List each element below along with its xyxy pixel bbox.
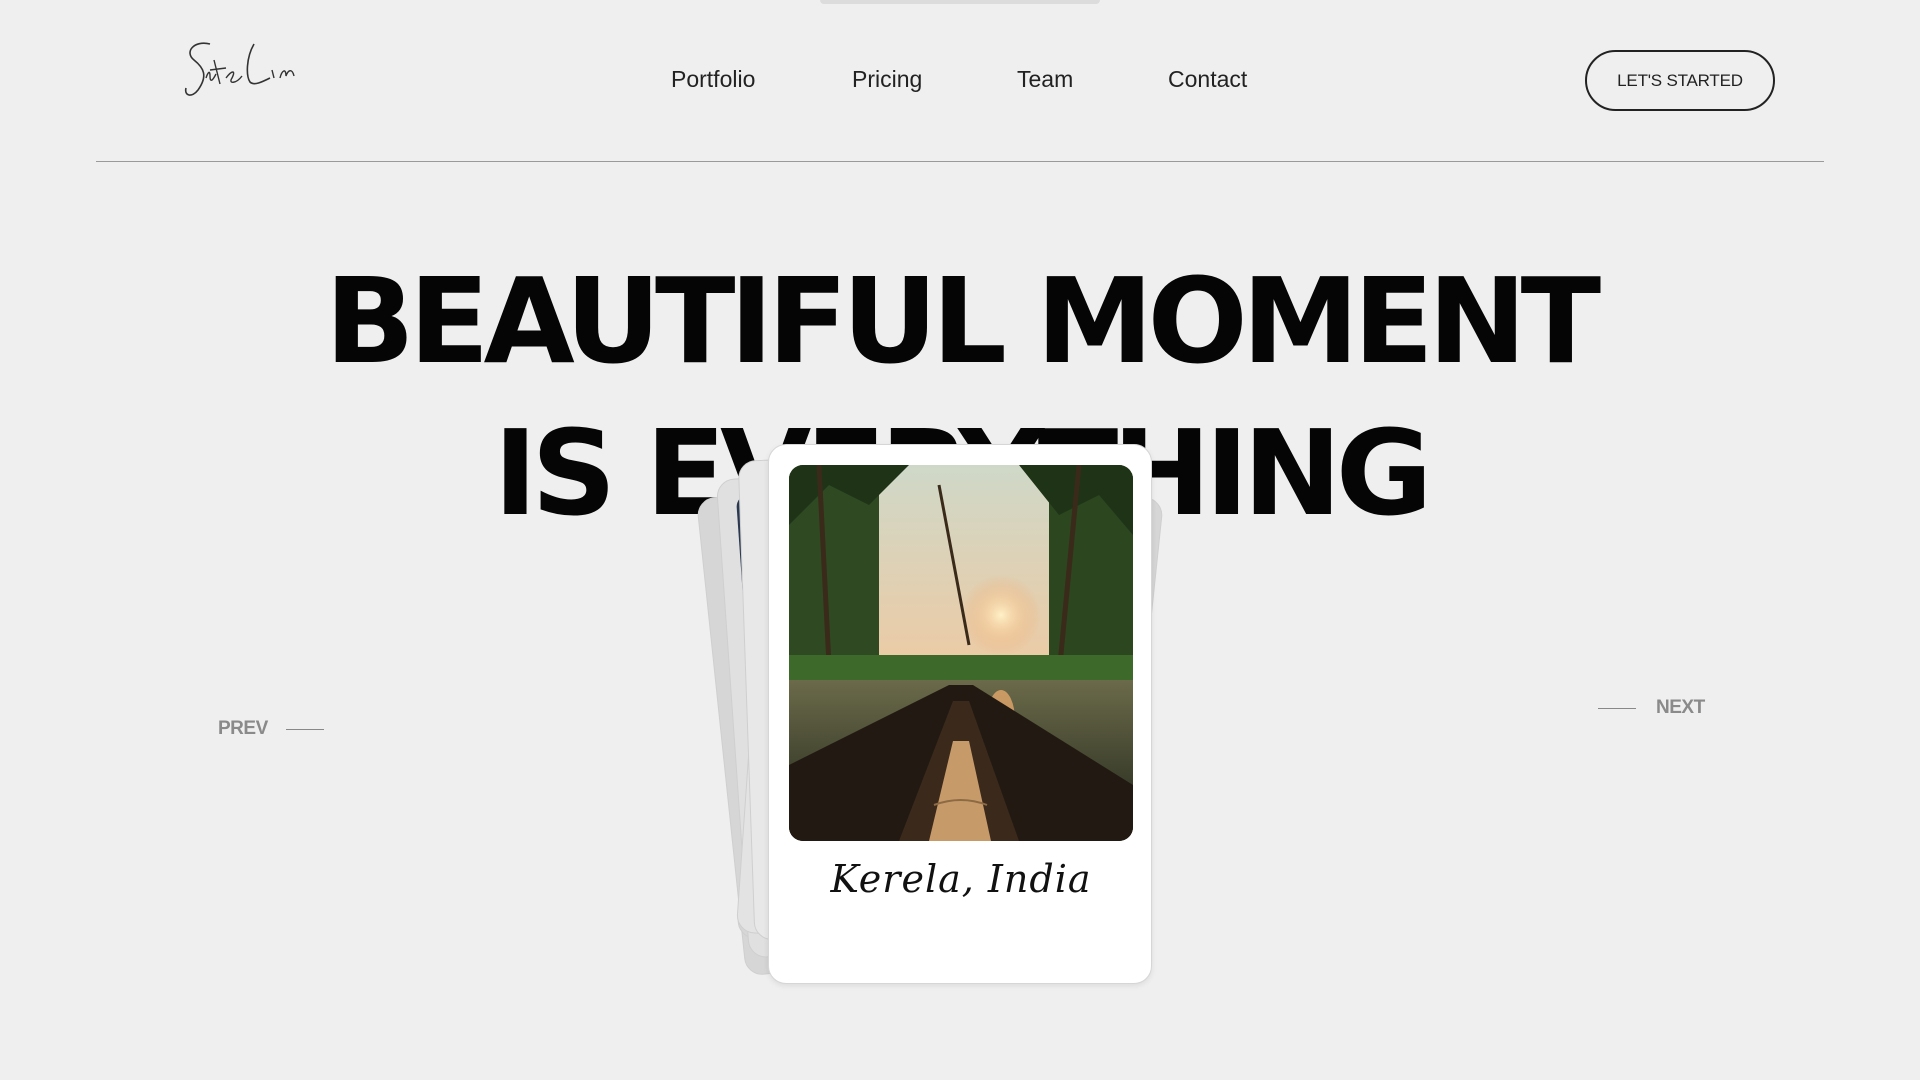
top-scroll-indicator <box>820 0 1100 4</box>
nav-link-pricing[interactable]: Pricing <box>852 66 922 93</box>
backwater-boat-photo <box>789 465 1133 841</box>
prev-label: PREV <box>218 718 268 739</box>
nav-link-contact[interactable]: Contact <box>1168 66 1247 93</box>
nav-link-team[interactable]: Team <box>1017 66 1073 93</box>
lets-started-button[interactable]: LET'S STARTED <box>1585 50 1775 111</box>
hero-title-line-1: BEAUTIFUL MOMENT <box>324 252 1601 390</box>
photo-caption: Kerela, India <box>830 857 1092 901</box>
next-label: NEXT <box>1656 697 1705 718</box>
next-line-icon <box>1598 707 1636 709</box>
prev-button[interactable]: PREV <box>218 718 324 740</box>
prev-line-icon <box>285 728 324 730</box>
nav-link-portfolio[interactable]: Portfolio <box>671 66 755 93</box>
photo-card[interactable]: Kerela, India <box>768 444 1152 984</box>
header-divider <box>96 161 1824 162</box>
kerala-backwater-image-icon <box>789 465 1133 841</box>
next-button[interactable]: NEXT <box>1598 697 1705 719</box>
